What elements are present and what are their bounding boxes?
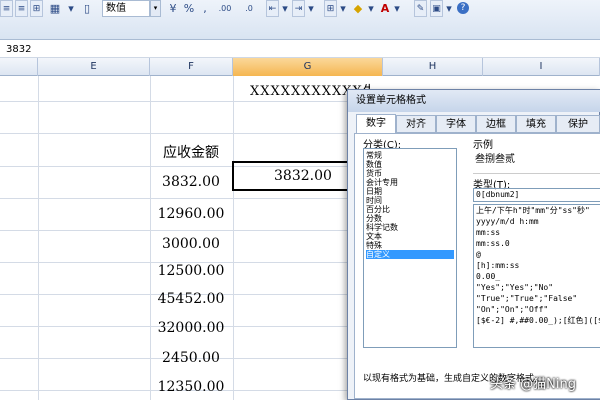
column-header-h[interactable]: H	[383, 58, 483, 76]
active-cell[interactable]: 3832.00	[232, 161, 358, 191]
amount-cell[interactable]: 3000.00	[150, 236, 232, 252]
comma-icon[interactable]: ,	[200, 0, 210, 17]
tab-alignment[interactable]: 对齐	[396, 115, 436, 133]
sample-value: 叁捌叁贰	[475, 154, 515, 165]
column-header-blank[interactable]	[0, 58, 38, 76]
format-item[interactable]: @	[476, 250, 481, 260]
format-item[interactable]: [$€-2] #,##0.00_);[红色]([$€	[476, 316, 600, 326]
indent-icon[interactable]: ⇤	[266, 0, 279, 17]
chevron-down-icon[interactable]: ▾	[392, 0, 402, 17]
header-cell-amount[interactable]: 应收金额	[150, 142, 232, 162]
borders-icon[interactable]: ⊞	[324, 0, 337, 17]
chevron-down-icon[interactable]: ▾	[150, 0, 161, 17]
chevron-down-icon[interactable]: ▾	[366, 0, 376, 17]
category-list[interactable]: 常规 数值 货币 会计专用 日期 时间 百分比 分数 科学记数 文本 特殊 自定…	[363, 148, 457, 348]
category-item[interactable]: 会计专用	[366, 178, 454, 187]
format-item[interactable]: yyyy/m/d h:mm	[476, 217, 539, 227]
category-item[interactable]: 特殊	[366, 241, 454, 250]
column-header-f[interactable]: F	[150, 58, 233, 76]
chevron-down-icon[interactable]: ▾	[338, 0, 348, 17]
tab-fill[interactable]: 填充	[516, 115, 556, 133]
category-item[interactable]: 文本	[366, 232, 454, 241]
column-header-row: E F G H I	[0, 58, 600, 76]
amount-cell[interactable]: 32000.00	[150, 320, 232, 336]
category-item[interactable]: 数值	[366, 160, 454, 169]
help-icon[interactable]: ?	[457, 2, 469, 14]
fill-color-icon[interactable]: ◆	[350, 0, 366, 17]
type-input[interactable]: 0[dbnum2]	[473, 188, 600, 202]
borders-small-icon[interactable]: ▯	[80, 0, 94, 17]
chevron-down-icon[interactable]: ▾	[444, 0, 454, 17]
column-header-g[interactable]: G	[233, 58, 383, 76]
outdent-icon[interactable]: ⇥	[292, 0, 305, 17]
dropdown-arrow-icon[interactable]: ▾	[64, 0, 78, 17]
category-item-selected[interactable]: 自定义	[366, 250, 454, 259]
currency-icon[interactable]: ¥	[166, 0, 180, 17]
format-item[interactable]: "On";"On";"Off"	[476, 305, 548, 315]
wrap-text-icon[interactable]: ▦	[48, 0, 62, 17]
number-tab-panel: 分类(C): 常规 数值 货币 会计专用 日期 时间 百分比 分数 科学记数 文…	[354, 133, 600, 399]
format-item[interactable]: "Yes";"Yes";"No"	[476, 283, 553, 293]
tab-font[interactable]: 字体	[436, 115, 476, 133]
sample-box: 叁捌叁贰	[473, 148, 600, 174]
amount-cell[interactable]: 3832.00	[150, 174, 232, 190]
chevron-down-icon[interactable]: ▾	[306, 0, 316, 17]
category-item[interactable]: 分数	[366, 214, 454, 223]
number-format-select[interactable]: 数值	[102, 0, 150, 17]
tab-number[interactable]: 数字	[356, 114, 396, 134]
font-color-icon[interactable]: A	[378, 0, 392, 17]
tab-protection[interactable]: 保护	[556, 115, 600, 133]
decrease-decimal-icon[interactable]: .0	[238, 0, 260, 17]
ribbon-toolbar: ≡ ≡ ⊞ ▦ ▾ ▯ 数值 ▾ ¥ % , .00 .0 ⇤ ▾ ⇥ ▾ ⊞ …	[0, 0, 600, 40]
amount-cell[interactable]: 12500.00	[150, 263, 232, 279]
format-item[interactable]: "True";"True";"False"	[476, 294, 577, 304]
formula-bar[interactable]: 3832	[0, 41, 600, 58]
format-icon[interactable]: ✎	[414, 0, 427, 17]
format-item[interactable]: [h]:mm:ss	[476, 261, 519, 271]
category-item[interactable]: 日期	[366, 187, 454, 196]
column-header-i[interactable]: I	[483, 58, 600, 76]
format-cells-dialog: 设置单元格格式 数字 对齐 字体 边框 填充 保护 分类(C): 常规 数值 货…	[347, 89, 600, 400]
align-center-icon[interactable]: ≡	[15, 0, 28, 17]
watermark: 头条 @猫Ning	[490, 377, 576, 392]
chevron-down-icon[interactable]: ▾	[280, 0, 290, 17]
format-item[interactable]: 0.00_	[476, 272, 500, 282]
percent-icon[interactable]: %	[182, 0, 196, 17]
picture-icon[interactable]: ▣	[430, 0, 443, 17]
category-item[interactable]: 百分比	[366, 205, 454, 214]
format-item[interactable]: mm:ss.0	[476, 239, 510, 249]
amount-cell[interactable]: 12960.00	[150, 206, 232, 222]
format-item[interactable]: mm:ss	[476, 228, 500, 238]
category-item[interactable]: 货币	[366, 169, 454, 178]
amount-cell[interactable]: 45452.00	[150, 291, 232, 307]
increase-decimal-icon[interactable]: .00	[213, 0, 237, 17]
category-item[interactable]: 常规	[366, 151, 454, 160]
amount-cell[interactable]: 12350.00	[150, 379, 232, 395]
category-item[interactable]: 时间	[366, 196, 454, 205]
merge-icon[interactable]: ⊞	[30, 0, 43, 17]
dialog-title[interactable]: 设置单元格格式	[348, 90, 600, 112]
align-left-icon[interactable]: ≡	[0, 0, 13, 17]
amount-cell[interactable]: 2450.00	[150, 350, 232, 366]
format-item[interactable]: 上午/下午h"时"mm"分"ss"秒"	[476, 206, 590, 216]
category-item[interactable]: 科学记数	[366, 223, 454, 232]
tab-border[interactable]: 边框	[476, 115, 516, 133]
format-list[interactable]: 上午/下午h"时"mm"分"ss"秒" yyyy/m/d h:mm mm:ss …	[473, 204, 600, 348]
column-header-e[interactable]: E	[38, 58, 150, 76]
